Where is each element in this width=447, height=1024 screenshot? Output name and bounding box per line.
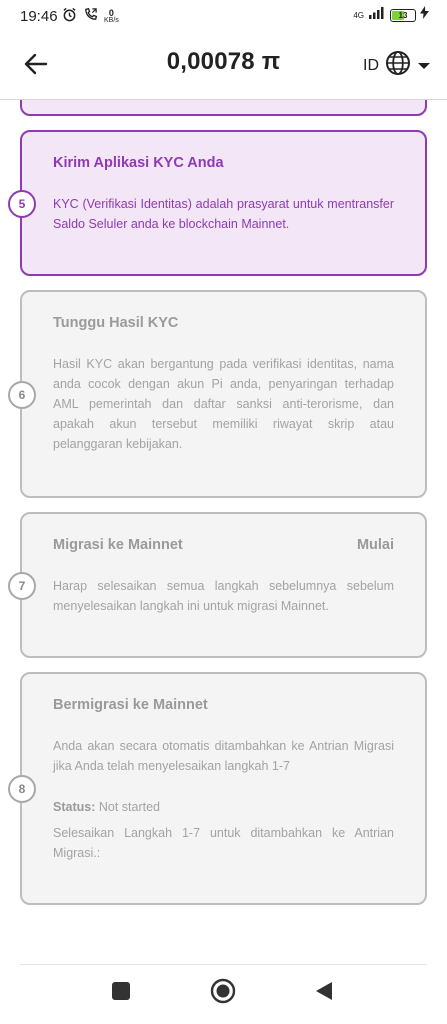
- back-icon: [313, 980, 335, 1007]
- step-card-7: 7 Migrasi ke Mainnet Mulai Harap selesai…: [8, 512, 427, 658]
- recent-apps-icon: [110, 980, 132, 1007]
- step-title: Tunggu Hasil KYC: [53, 315, 179, 331]
- recent-apps-button[interactable]: [108, 980, 134, 1006]
- status-value: Not started: [98, 800, 160, 814]
- home-button[interactable]: [210, 978, 236, 1009]
- net-speed: 0 KB/s: [104, 8, 119, 25]
- step-title: Migrasi ke Mainnet: [53, 537, 183, 553]
- app-header: 0,00078 π ID: [0, 34, 447, 100]
- step-description: Hasil KYC akan bergantung pada verifikas…: [53, 357, 394, 451]
- signal-icon: [368, 6, 386, 24]
- step-card-5[interactable]: 5 Kirim Aplikasi KYC Anda KYC (Verifikas…: [8, 130, 427, 276]
- step-title: Bermigrasi ke Mainnet: [53, 697, 208, 713]
- step-card-previous: [20, 100, 427, 116]
- call-icon: [83, 7, 98, 27]
- step-description: KYC (Verifikasi Identitas) adalah prasya…: [53, 197, 394, 231]
- step-number-badge: 8: [8, 775, 36, 803]
- step-description: Anda akan secara otomatis ditambahkan ke…: [53, 739, 394, 773]
- nav-divider: [20, 964, 427, 965]
- alarm-icon: [62, 7, 77, 27]
- step-title: Kirim Aplikasi KYC Anda: [53, 155, 224, 171]
- battery-level: 13: [398, 10, 408, 20]
- system-nav-bar: [0, 962, 447, 1024]
- step-number-badge: 7: [8, 572, 36, 600]
- net-speed-unit: KB/s: [104, 17, 119, 24]
- step-card-8: 8 Bermigrasi ke Mainnet Anda akan secara…: [8, 672, 427, 905]
- system-back-button[interactable]: [311, 980, 337, 1006]
- start-migration-button[interactable]: Mulai: [357, 537, 394, 553]
- globe-icon: [385, 50, 411, 81]
- network-type: 4G: [353, 10, 364, 20]
- caret-down-icon: [417, 57, 431, 75]
- kyc-steps-list[interactable]: 5 Kirim Aplikasi KYC Anda KYC (Verifikas…: [0, 100, 447, 962]
- migration-status: Status: Not started: [53, 797, 394, 817]
- net-speed-value: 0: [108, 8, 114, 18]
- status-bar: 19:46 0 KB/s 4G 13: [0, 0, 447, 34]
- step-number-badge: 6: [8, 381, 36, 409]
- step-description: Harap selesaikan semua langkah sebelumny…: [53, 579, 394, 613]
- language-selector[interactable]: ID: [363, 50, 431, 81]
- step-card-6: 6 Tunggu Hasil KYC Hasil KYC akan bergan…: [8, 290, 427, 498]
- status-time: 19:46: [20, 8, 58, 25]
- step-number-badge: 5: [8, 190, 36, 218]
- home-icon: [210, 978, 236, 1009]
- status-label: Status:: [53, 800, 96, 814]
- battery-icon: 13: [390, 8, 416, 22]
- language-code: ID: [363, 56, 379, 74]
- step-note: Selesaikan Langkah 1-7 untuk ditambahkan…: [53, 826, 394, 860]
- charging-icon: [420, 6, 429, 24]
